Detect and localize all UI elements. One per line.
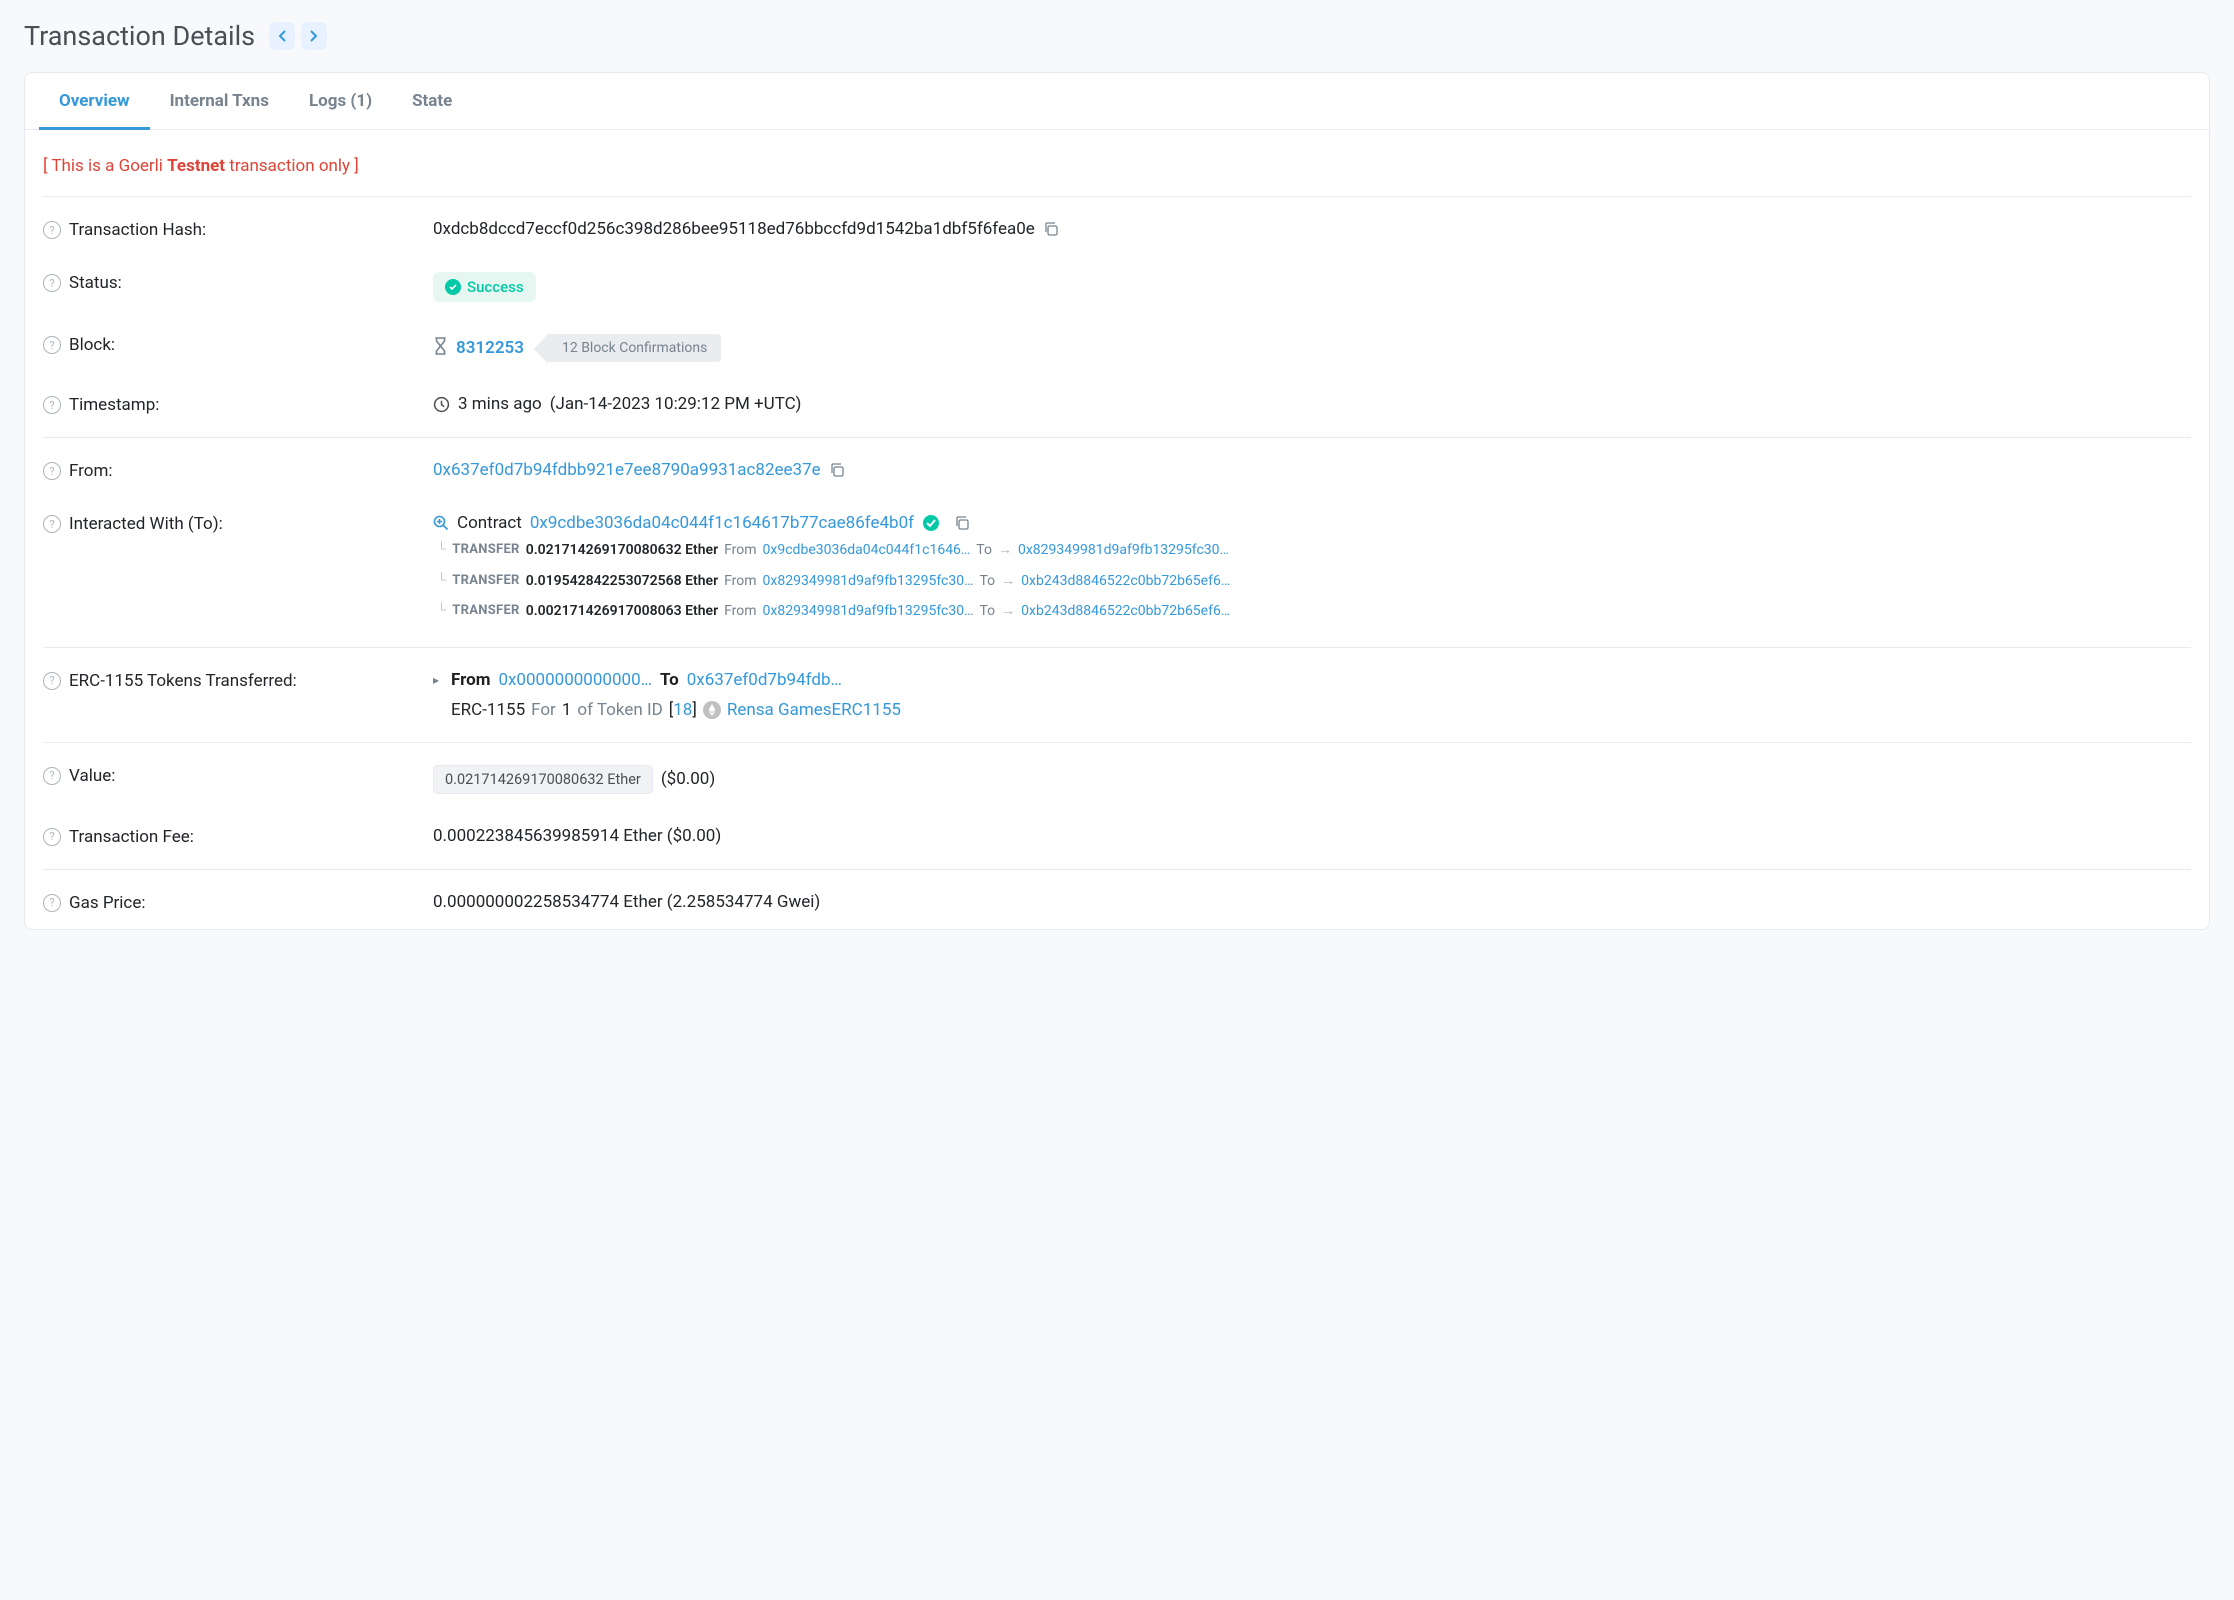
confirmations-badge: 12 Block Confirmations [548,334,721,362]
from-address-link[interactable]: 0x637ef0d7b94fdbb921e7ee8790a9931ac82ee3… [433,460,821,480]
help-icon[interactable]: ? [43,396,61,414]
divider [43,647,2191,648]
caret-right-icon[interactable]: ▸ [433,673,439,687]
token-id-link[interactable]: 18 [673,700,692,720]
value-pill: 0.021714269170080632 Ether [433,765,653,794]
tree-corner-icon: └ [437,538,446,563]
divider [43,437,2191,438]
token-icon [703,701,721,719]
arrow-right-icon: → [1001,598,1015,625]
internal-transfer-row: └ TRANSFER 0.002171426917008063 Ether Fr… [433,598,2191,625]
divider [43,742,2191,743]
label-to: Interacted With (To): [69,514,223,534]
header: Transaction Details [24,20,2210,52]
next-tx-button[interactable] [301,22,327,50]
tree-corner-icon: └ [437,569,446,594]
row-to: ? Interacted With (To): Contract 0x9cdbe… [25,497,2209,641]
row-txfee: ? Transaction Fee: 0.000223845639985914 … [25,810,2209,863]
copy-icon[interactable] [954,515,970,531]
transfer-from-link[interactable]: 0x829349981d9af9fb13295fc30… [763,598,974,625]
clock-icon [433,396,450,413]
copy-icon[interactable] [1043,221,1059,237]
row-from: ? From: 0x637ef0d7b94fdbb921e7ee8790a993… [25,444,2209,497]
label-status: Status: [69,273,122,293]
txfee-value: 0.000223845639985914 Ether ($0.00) [433,826,721,846]
contract-label: Contract [457,513,522,533]
arrow-right-icon: → [998,537,1012,564]
divider [43,196,2191,197]
transfer-to-link[interactable]: 0xb243d8846522c0bb72b65ef6… [1021,598,1230,625]
erc1155-from-link[interactable]: 0x0000000000000… [498,670,652,690]
row-gasprice: ? Gas Price: 0.000000002258534774 Ether … [25,876,2209,929]
help-icon[interactable]: ? [43,894,61,912]
prev-tx-button[interactable] [269,22,295,50]
row-txhash: ? Transaction Hash: 0xdcb8dccd7eccf0d256… [25,203,2209,256]
label-from: From: [69,461,113,481]
tabs: Overview Internal Txns Logs (1) State [25,73,2209,130]
page-title: Transaction Details [24,20,255,52]
transfer-to-link[interactable]: 0x829349981d9af9fb13295fc30… [1018,537,1229,564]
tab-internal-txns[interactable]: Internal Txns [150,73,289,130]
tab-state[interactable]: State [392,73,472,130]
row-erc1155: ? ERC-1155 Tokens Transferred: ▸ From 0x… [25,654,2209,736]
token-name-link[interactable]: Rensa GamesERC1155 [727,700,901,720]
internal-transfer-row: └ TRANSFER 0.019542842253072568 Ether Fr… [433,568,2191,595]
testnet-banner: [ This is a Goerli Testnet transaction o… [25,130,2209,190]
tree-corner-icon: └ [437,599,446,624]
hourglass-icon [433,337,448,360]
status-badge: Success [433,272,536,302]
timestamp-full: (Jan-14-2023 10:29:12 PM +UTC) [550,394,802,414]
verified-icon [922,514,940,532]
copy-icon[interactable] [829,462,845,478]
transfer-to-link[interactable]: 0xb243d8846522c0bb72b65ef6… [1021,568,1230,595]
erc1155-to-link[interactable]: 0x637ef0d7b94fdb… [687,670,842,690]
check-circle-icon [445,279,461,295]
row-value: ? Value: 0.021714269170080632 Ether ($0.… [25,749,2209,810]
help-icon[interactable]: ? [43,336,61,354]
block-link[interactable]: 8312253 [456,338,524,358]
help-icon[interactable]: ? [43,672,61,690]
value-usd: ($0.00) [661,769,715,789]
help-icon[interactable]: ? [43,828,61,846]
tx-card: Overview Internal Txns Logs (1) State [ … [24,72,2210,930]
label-erc1155: ERC-1155 Tokens Transferred: [69,671,297,691]
divider [43,869,2191,870]
internal-transfer-row: └ TRANSFER 0.021714269170080632 Ether Fr… [433,537,2191,564]
row-block: ? Block: 8312253 12 Block Confirmations [25,318,2209,378]
help-icon[interactable]: ? [43,274,61,292]
help-icon[interactable]: ? [43,221,61,239]
row-timestamp: ? Timestamp: 3 mins ago (Jan-14-2023 10:… [25,378,2209,431]
timestamp-ago: 3 mins ago [458,394,542,414]
gasprice-value: 0.000000002258534774 Ether (2.258534774 … [433,892,820,912]
tab-logs[interactable]: Logs (1) [289,73,392,130]
transfer-from-link[interactable]: 0x9cdbe3036da04c044f1c1646… [763,537,971,564]
transfer-from-link[interactable]: 0x829349981d9af9fb13295fc30… [763,568,974,595]
row-status: ? Status: Success [25,256,2209,318]
label-timestamp: Timestamp: [69,395,159,415]
to-address-link[interactable]: 0x9cdbe3036da04c044f1c164617b77cae86fe4b… [530,513,914,533]
arrow-right-icon: → [1001,568,1015,595]
value-txhash: 0xdcb8dccd7eccf0d256c398d286bee95118ed76… [433,219,1035,239]
label-gasprice: Gas Price: [69,893,145,913]
nav-arrows [269,22,327,50]
label-txfee: Transaction Fee: [69,827,194,847]
help-icon[interactable]: ? [43,767,61,785]
label-block: Block: [69,335,115,355]
help-icon[interactable]: ? [43,462,61,480]
label-txhash: Transaction Hash: [69,220,206,240]
tab-overview[interactable]: Overview [39,73,150,130]
help-icon[interactable]: ? [43,515,61,533]
label-value: Value: [69,766,115,786]
magnify-plus-icon[interactable] [433,515,449,531]
